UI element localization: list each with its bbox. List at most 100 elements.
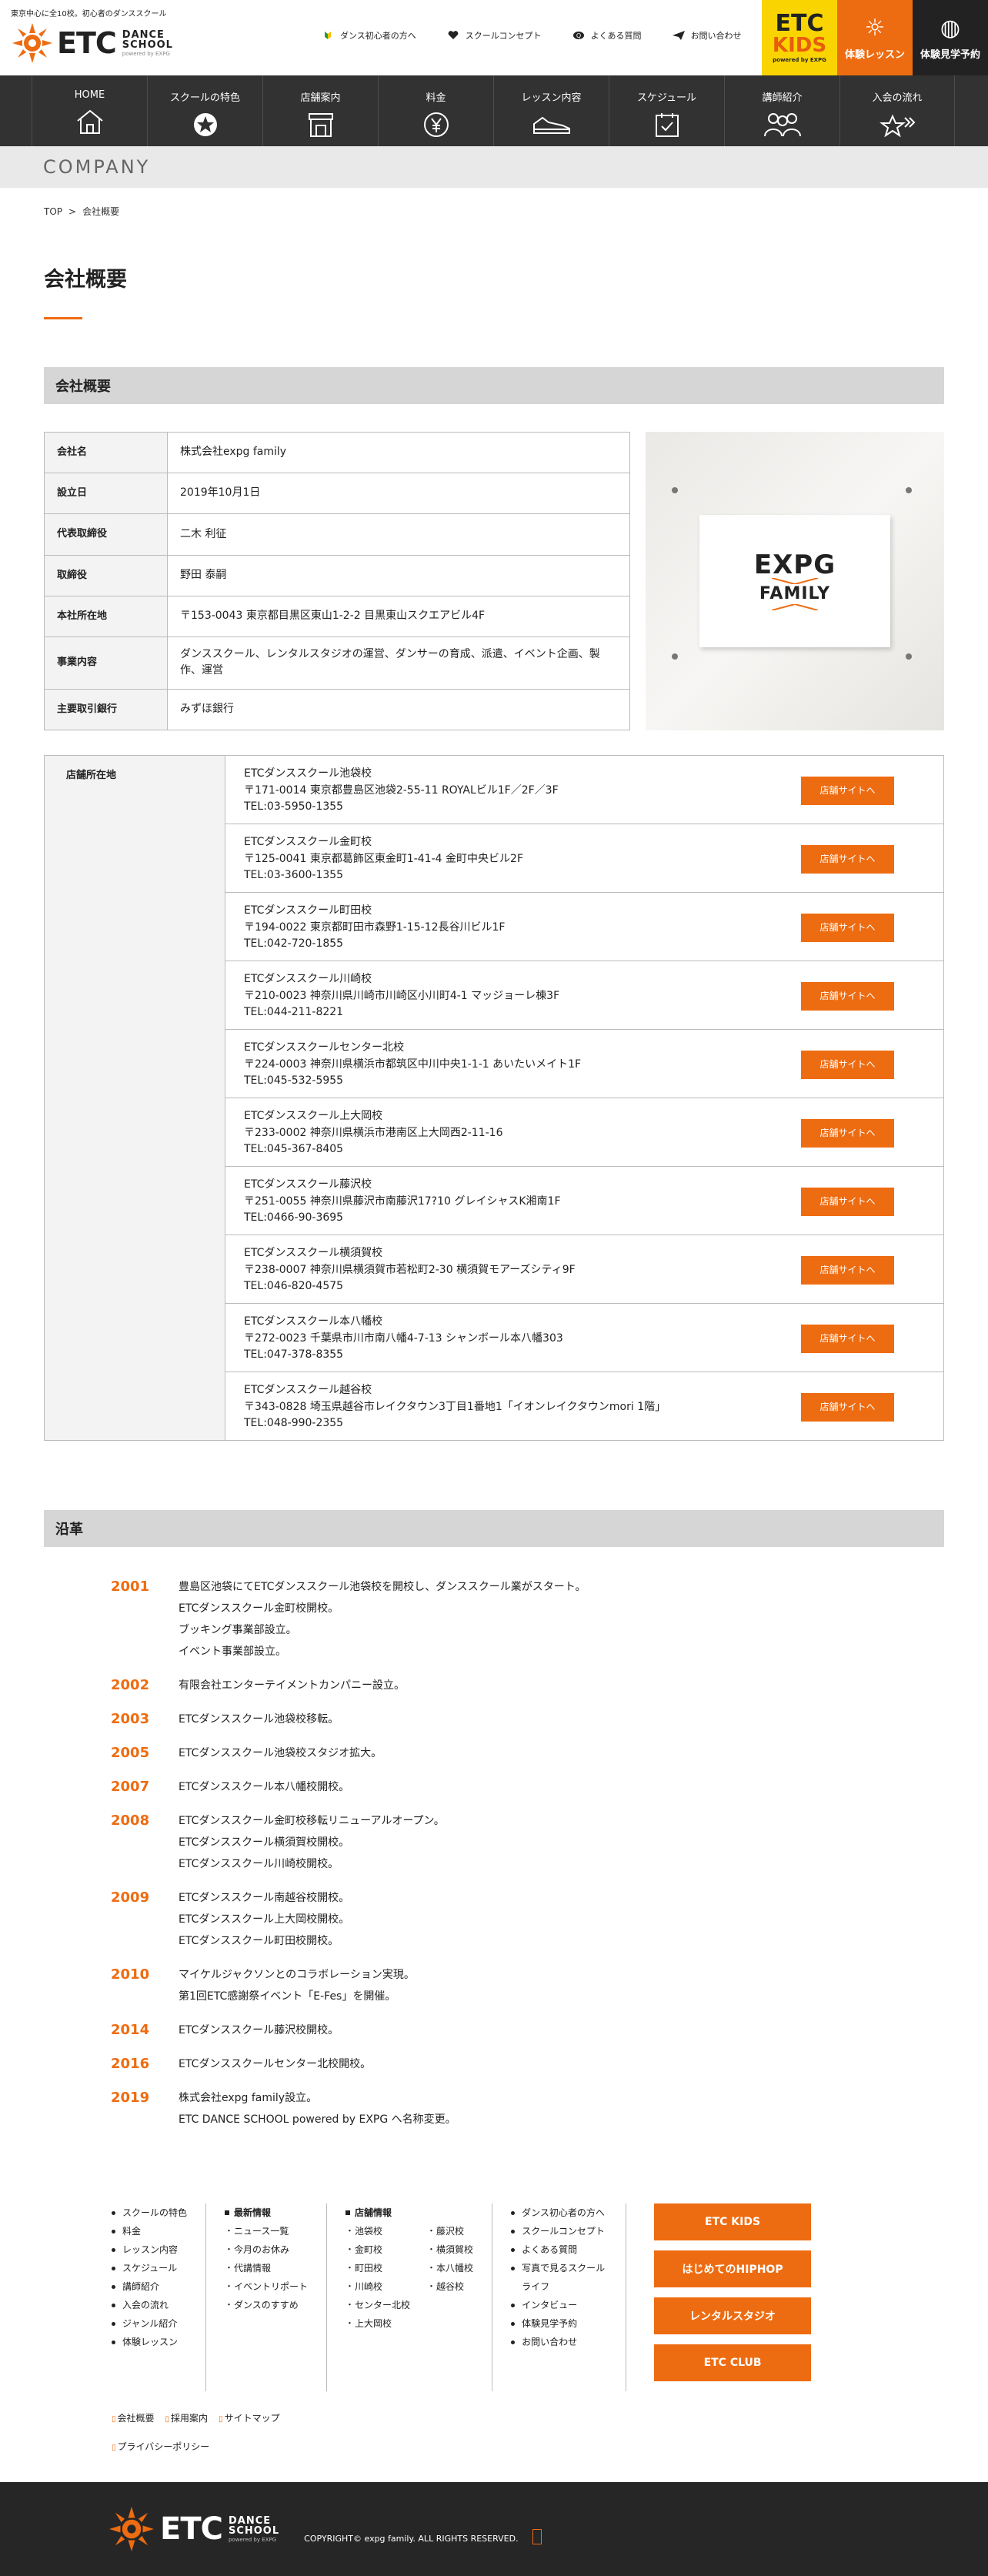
table-row: 店舗所在地 ETCダンススクール池袋校 〒171-0014 東京都豊島区池袋2-5… xyxy=(44,755,944,1441)
history-event: ETCダンススクール南越谷校開校。 xyxy=(179,1892,350,1904)
logo-powered: powered by EXPG xyxy=(228,2536,277,2543)
footer-link[interactable]: 金町校 xyxy=(345,2240,410,2259)
footer-link[interactable]: 本八幡校 xyxy=(427,2259,473,2277)
footer-link[interactable]: 代講情報 xyxy=(225,2259,308,2277)
etc-kids-button[interactable]: ETC KIDS powered by EXPG xyxy=(762,0,837,75)
footer-link[interactable]: 今月のお休み xyxy=(225,2240,308,2259)
footer-link[interactable]: ニュース一覧 xyxy=(225,2222,308,2240)
logo-text: ETC xyxy=(57,26,117,60)
footer-link[interactable]: 町田校 xyxy=(345,2259,410,2277)
footer-link[interactable]: イベントリポート xyxy=(225,2277,308,2296)
facebook-icon[interactable] xyxy=(532,2529,542,2544)
store-site-button[interactable]: 店舗サイトへ xyxy=(801,1256,894,1285)
company-band: COMPANY xyxy=(0,146,988,188)
top-nav-faq[interactable]: Q よくある質問 xyxy=(572,29,642,42)
site-logo[interactable]: ETC DANCE SCHOOL powered by EXPG xyxy=(12,23,173,63)
stars-flow-icon xyxy=(880,114,916,138)
history-event: ETCダンススクール池袋校移転。 xyxy=(179,1713,339,1726)
footer-heading[interactable]: 最新情報 xyxy=(225,2203,308,2222)
footer-col-about: ダンス初心者の方へ スクールコンセプト よくある質問 写真で見るスクールライフ … xyxy=(511,2203,627,2391)
paper-plane-icon xyxy=(672,31,685,40)
trial-lesson-button[interactable]: ☼ 体験レッスン xyxy=(837,0,913,75)
history-events: 有限会社エンターテイメントカンパニー設立。 xyxy=(179,1675,405,1696)
store-site-button[interactable]: 店舗サイトへ xyxy=(801,1188,894,1216)
history-event: ETCダンススクール川崎校開校。 xyxy=(179,1858,339,1870)
sign-line1: EXPG xyxy=(753,549,836,580)
footer-link[interactable]: 体験レッスン xyxy=(112,2333,187,2351)
footer-link[interactable]: 越谷校 xyxy=(427,2277,473,2296)
main-nav-stores[interactable]: 店舗案内 xyxy=(262,75,378,146)
rental-studio-button[interactable]: レンタルスタジオ xyxy=(654,2297,812,2334)
main-nav-schedule[interactable]: スケジュール xyxy=(609,75,724,146)
history-year: 2001 xyxy=(111,1579,150,1595)
footer-link[interactable]: 池袋校 xyxy=(345,2222,410,2240)
footer-link[interactable]: 上大岡校 xyxy=(345,2314,410,2333)
copyright: COPYRIGHT© expg family. ALL RIGHTS RESER… xyxy=(304,2533,519,2544)
store-site-button[interactable]: 店舗サイトへ xyxy=(801,845,894,874)
main-nav-instructors[interactable]: 講師紹介 xyxy=(724,75,839,146)
main-nav-join[interactable]: 入会の流れ xyxy=(839,75,955,146)
store-site-button[interactable]: 店舗サイトへ xyxy=(801,1119,894,1148)
footer-link[interactable]: スケジュール xyxy=(112,2259,187,2277)
footer-link[interactable]: ダンス初心者の方へ xyxy=(511,2203,607,2222)
store-site-button[interactable]: 店舗サイトへ xyxy=(801,1393,894,1422)
breadcrumb-top[interactable]: TOP xyxy=(44,206,62,217)
main-nav-price[interactable]: 料金 xyxy=(378,75,493,146)
table-row: 主要取引銀行 みずほ銀行 xyxy=(44,688,630,731)
history-year: 2002 xyxy=(111,1677,150,1693)
etc-club-button[interactable]: ETC CLUB xyxy=(654,2344,812,2381)
top-nav-contact[interactable]: お問い合わせ xyxy=(672,29,742,42)
footer-link[interactable]: よくある質問 xyxy=(511,2240,607,2259)
first-hiphop-button[interactable]: はじめてのHIPHOP xyxy=(654,2250,812,2287)
store-site-button[interactable]: 店舗サイトへ xyxy=(801,914,894,942)
footer-link[interactable]: 体験見学予約 xyxy=(511,2314,607,2333)
privacy-policy-link[interactable]: プライバシーポリシー xyxy=(112,2440,210,2453)
info-value: 2019年10月1日 xyxy=(167,473,630,515)
table-row: 会社名 株式会社expg family xyxy=(44,431,630,474)
footer-link[interactable]: ダンスのすすめ xyxy=(225,2296,308,2314)
store-site-button[interactable]: 店舗サイトへ xyxy=(801,777,894,805)
footer-link[interactable]: 横須賀校 xyxy=(427,2240,473,2259)
footer-link[interactable]: ジャンル紹介 xyxy=(112,2314,187,2333)
top-nav-concept[interactable]: スクールコンセプト xyxy=(447,29,542,42)
footer-link[interactable]: センター北校 xyxy=(345,2296,410,2314)
history-row: 2016 ETCダンススクールセンター北校開校。 xyxy=(111,2053,988,2075)
visit-reserve-button[interactable]: ◍ 体験見学予約 xyxy=(913,0,988,75)
globe-check-icon: ◍ xyxy=(940,15,961,42)
info-key: 本社所在地 xyxy=(44,595,168,638)
footer-link[interactable]: お問い合わせ xyxy=(511,2333,607,2351)
footer-sitemap: スクールの特色 料金 レッスン内容 スケジュール 講師紹介 入会の流れ ジャンル… xyxy=(0,2203,988,2391)
sitemap-link[interactable]: サイトマップ xyxy=(219,2411,280,2424)
history-events: ETCダンススクール本八幡校開校。 xyxy=(179,1776,349,1798)
history-event: ETCダンススクール本八幡校開校。 xyxy=(179,1781,350,1793)
company-profile-link[interactable]: 会社概要 xyxy=(112,2411,155,2424)
footer-link[interactable]: 写真で見るスクールライフ xyxy=(511,2259,607,2296)
footer-link[interactable]: レッスン内容 xyxy=(112,2240,187,2259)
store-site-button[interactable]: 店舗サイトへ xyxy=(801,1325,894,1353)
footer-link[interactable]: 料金 xyxy=(112,2222,187,2240)
main-nav-home[interactable]: HOME xyxy=(32,75,147,146)
main-nav-label: 料金 xyxy=(426,92,446,104)
store-site-button[interactable]: 店舗サイトへ xyxy=(801,1051,894,1079)
footer-link[interactable]: 川崎校 xyxy=(345,2277,410,2296)
chevron-mark-icon xyxy=(772,577,818,584)
store-site-button[interactable]: 店舗サイトへ xyxy=(801,982,894,1011)
footer-link[interactable]: スクールの特色 xyxy=(112,2203,187,2222)
footer-link[interactable]: インタビュー xyxy=(511,2296,607,2314)
store-cell: ETCダンススクール上大岡校 〒233-0002 神奈川県横浜市港南区上大岡西2-… xyxy=(225,1098,944,1167)
recruit-link[interactable]: 採用案内 xyxy=(165,2411,208,2424)
logo-powered: powered by EXPG xyxy=(122,50,170,57)
main-nav-lessons[interactable]: レッスン内容 xyxy=(493,75,609,146)
top-nav-beginner[interactable]: ダンス初心者の方へ xyxy=(322,29,416,42)
main-nav-features[interactable]: スクールの特色 xyxy=(147,75,262,146)
etc-kids-footer-button[interactable]: ETC KIDS xyxy=(654,2203,812,2240)
history-events: ETCダンススクール池袋校移転。 xyxy=(179,1709,339,1730)
footer-link[interactable]: 入会の流れ xyxy=(112,2296,187,2314)
footer-heading[interactable]: 店舗情報 xyxy=(345,2203,473,2222)
footer-col-news: 最新情報 ニュース一覧 今月のお休み 代講情報 イベントリポート ダンスのすすめ xyxy=(225,2203,328,2391)
heart-hands-icon xyxy=(448,31,459,39)
footer-link[interactable]: 藤沢校 xyxy=(427,2222,473,2240)
footer-link[interactable]: 講師紹介 xyxy=(112,2277,187,2296)
footer-link[interactable]: スクールコンセプト xyxy=(511,2222,607,2240)
history-event: ETCダンススクール池袋校スタジオ拡大。 xyxy=(179,1747,382,1759)
